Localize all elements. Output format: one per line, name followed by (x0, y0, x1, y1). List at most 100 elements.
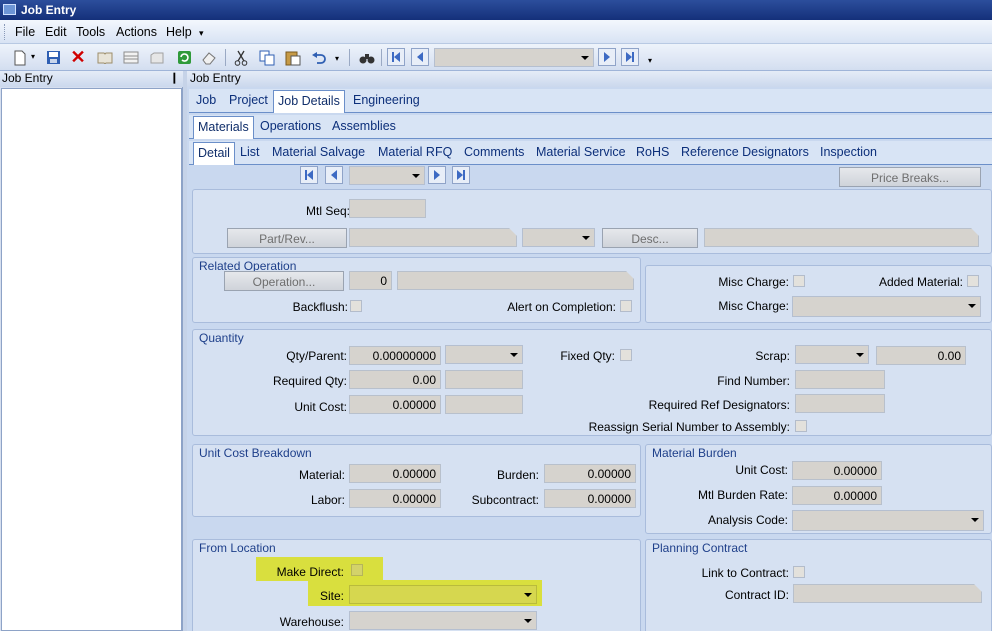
added-material-label: Added Material: (878, 275, 963, 289)
fixed-qty-checkbox[interactable] (620, 349, 632, 361)
detail-record-combo[interactable] (349, 166, 425, 185)
menu-actions[interactable]: Actions (116, 25, 157, 39)
description-field[interactable] (704, 228, 979, 247)
burden-unit-cost-field[interactable]: 0.00000 (792, 461, 882, 480)
menu-overflow-icon[interactable]: ▾ (199, 28, 204, 39)
required-qty-uom-field[interactable] (445, 370, 523, 389)
toolbar-overflow-icon[interactable]: ▾ (648, 56, 652, 65)
qty-parent-field[interactable]: 0.00000000 (349, 346, 441, 365)
new-dropdown-icon[interactable]: ▾ (31, 52, 35, 61)
scrap-field[interactable]: 0.00 (876, 346, 966, 365)
copy-icon[interactable] (257, 48, 277, 67)
menu-help[interactable]: Help (166, 25, 192, 39)
labor-cost-field[interactable]: 0.00000 (349, 489, 441, 508)
price-breaks-button[interactable]: Price Breaks... (839, 167, 981, 187)
operation-desc-field[interactable] (397, 271, 634, 290)
tab-engineering[interactable]: Engineering (353, 93, 420, 107)
required-ref-designators-field[interactable] (795, 394, 885, 413)
tab-inspection[interactable]: Inspection (820, 145, 877, 159)
blank-icon[interactable] (147, 48, 167, 67)
quantity-group: Quantity Qty/Parent: 0.00000000 Required… (192, 329, 992, 436)
desc-button[interactable]: Desc... (602, 228, 698, 248)
operation-button[interactable]: Operation... (224, 271, 344, 291)
nav-last-button[interactable] (621, 48, 639, 66)
tab-comments[interactable]: Comments (464, 145, 524, 159)
revision-combo[interactable] (522, 228, 595, 247)
analysis-code-combo[interactable] (792, 510, 984, 531)
tab-detail[interactable]: Detail (193, 142, 235, 165)
record-selector-combo[interactable] (434, 48, 594, 67)
misc-charge-group: Misc Charge: Added Material: Misc Charge… (645, 265, 992, 323)
material-burden-group: Material Burden Unit Cost: 0.00000 Mtl B… (645, 444, 992, 534)
detail-nav-next-button[interactable] (428, 166, 446, 184)
tab-list[interactable]: List (240, 145, 259, 159)
undo-dropdown-icon[interactable]: ▾ (335, 54, 339, 63)
reassign-serial-label: Reassign Serial Number to Assembly: (588, 420, 790, 434)
site-combo[interactable] (349, 585, 537, 604)
mtl-seq-field[interactable] (349, 199, 426, 218)
part-number-field[interactable] (349, 228, 517, 247)
required-ref-designators-label: Required Ref Designators: (648, 398, 790, 412)
qty-uom-combo[interactable] (445, 345, 523, 364)
burden-unit-cost-label: Unit Cost: (735, 463, 788, 477)
part-rev-button[interactable]: Part/Rev... (227, 228, 347, 248)
tab-material-rfq[interactable]: Material RFQ (378, 145, 452, 159)
link-to-contract-checkbox[interactable] (793, 566, 805, 578)
pin-icon[interactable]: ❙ (170, 71, 179, 84)
binoculars-icon[interactable] (357, 48, 377, 67)
refresh-icon[interactable] (174, 48, 194, 67)
nav-prev-button[interactable] (411, 48, 429, 66)
unit-cost-field[interactable]: 0.00000 (349, 395, 441, 414)
required-qty-field[interactable]: 0.00 (349, 370, 441, 389)
cut-icon[interactable] (231, 48, 251, 67)
warehouse-combo[interactable] (349, 611, 537, 630)
tab-job-details[interactable]: Job Details (273, 90, 345, 113)
eraser-icon[interactable] (199, 48, 219, 67)
find-number-field[interactable] (795, 370, 885, 389)
detail-nav-prev-button[interactable] (325, 166, 343, 184)
scrap-label: Scrap: (755, 349, 790, 363)
menu-edit[interactable]: Edit (45, 25, 67, 39)
material-cost-field[interactable]: 0.00000 (349, 464, 441, 483)
backflush-checkbox[interactable] (350, 300, 362, 312)
misc-charge-checkbox[interactable] (793, 275, 805, 287)
tab-material-service[interactable]: Material Service (536, 145, 626, 159)
tab-job[interactable]: Job (196, 93, 216, 107)
burden-cost-field[interactable]: 0.00000 (544, 464, 636, 483)
operation-seq-field[interactable]: 0 (349, 271, 392, 290)
misc-charge-combo[interactable] (792, 296, 981, 317)
delete-icon[interactable]: ✕ (68, 47, 88, 67)
tab-assemblies[interactable]: Assemblies (332, 119, 396, 133)
alert-on-completion-checkbox[interactable] (620, 300, 632, 312)
tab-reference-designators[interactable]: Reference Designators (681, 145, 809, 159)
tab-operations[interactable]: Operations (260, 119, 321, 133)
make-direct-checkbox[interactable] (351, 564, 363, 576)
paste-icon[interactable] (283, 48, 303, 67)
tab-rohs[interactable]: RoHS (636, 145, 669, 159)
tree-view[interactable] (1, 88, 182, 631)
grid-icon[interactable] (121, 48, 141, 67)
added-material-checkbox[interactable] (967, 275, 979, 287)
nav-first-button[interactable] (387, 48, 405, 66)
menu-tools[interactable]: Tools (76, 25, 105, 39)
nav-next-button[interactable] (598, 48, 616, 66)
save-icon[interactable] (43, 48, 63, 67)
new-icon[interactable] (10, 48, 30, 67)
book-icon[interactable] (95, 48, 115, 67)
subcontract-cost-field[interactable]: 0.00000 (544, 489, 636, 508)
undo-icon[interactable] (309, 48, 329, 67)
contract-id-field[interactable] (793, 584, 982, 603)
tab-materials[interactable]: Materials (193, 116, 254, 139)
material-cost-label: Material: (298, 468, 345, 482)
scrap-type-combo[interactable] (795, 345, 869, 364)
reassign-serial-checkbox[interactable] (795, 420, 807, 432)
menu-file[interactable]: File (15, 25, 35, 39)
window-title: Job Entry (21, 3, 77, 17)
detail-nav-last-button[interactable] (452, 166, 470, 184)
tab-material-salvage[interactable]: Material Salvage (272, 145, 365, 159)
unit-cost-uom-field[interactable] (445, 395, 523, 414)
mtl-burden-rate-field[interactable]: 0.00000 (792, 486, 882, 505)
main-panel: Job Entry Job Project Job Details Engine… (187, 71, 992, 631)
detail-nav-first-button[interactable] (300, 166, 318, 184)
tab-project[interactable]: Project (229, 93, 268, 107)
